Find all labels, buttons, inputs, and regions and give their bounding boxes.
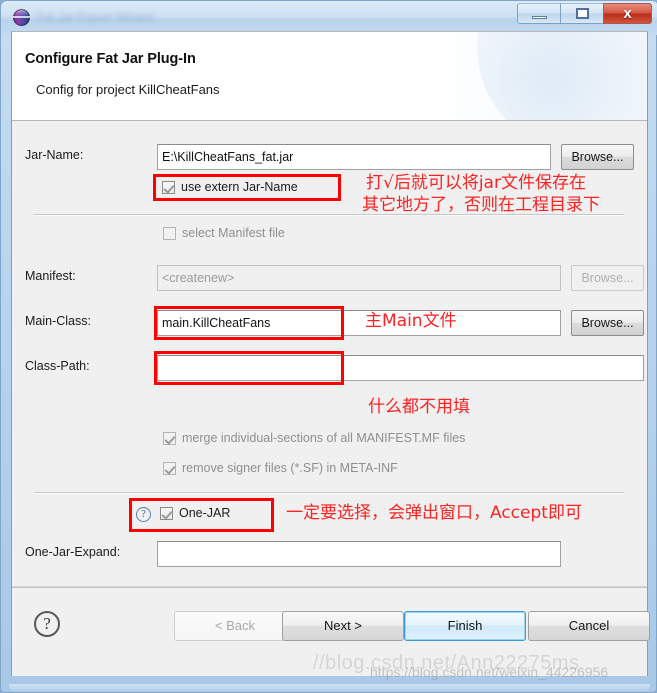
dialog-window: Fat Jar Export Wizard x Configure Fat Ja… — [0, 0, 657, 693]
checkbox-box-icon — [160, 506, 173, 520]
window-title: Fat Jar Export Wizard — [37, 10, 154, 24]
use-extern-jar-name-checkbox[interactable]: use extern Jar-Name — [162, 180, 298, 194]
select-manifest-file-checkbox[interactable]: select Manifest file — [163, 226, 285, 240]
manifest-input[interactable]: <createnew> — [157, 265, 561, 291]
main-class-label: Main-Class: — [25, 314, 91, 328]
select-manifest-file-label: select Manifest file — [182, 226, 285, 240]
cancel-button[interactable]: Cancel — [528, 611, 650, 641]
finish-button[interactable]: Finish — [404, 611, 526, 641]
page-subtitle: Config for project KillCheatFans — [36, 82, 220, 97]
checkbox-box-icon — [163, 226, 176, 240]
checkbox-box-icon — [163, 461, 176, 475]
section-divider-1 — [34, 214, 624, 215]
one-jar-checkbox[interactable]: One-JAR — [160, 506, 230, 520]
checkbox-box-icon — [162, 180, 175, 194]
minimize-button[interactable] — [517, 3, 561, 24]
eclipse-globe-icon — [13, 9, 30, 26]
class-path-label: Class-Path: — [25, 359, 90, 373]
jar-name-browse-button[interactable]: Browse... — [561, 144, 634, 170]
section-divider-2 — [34, 492, 624, 493]
merge-sections-label: merge individual-sections of all MANIFES… — [182, 431, 466, 445]
one-jar-help-icon[interactable]: ? — [136, 507, 151, 522]
maximize-button[interactable] — [560, 3, 604, 24]
one-jar-expand-input[interactable] — [157, 541, 561, 567]
dialog-header: Configure Fat Jar Plug-In Config for pro… — [12, 32, 647, 121]
dialog-button-bar: ? < Back Next > Finish Cancel — [12, 586, 650, 676]
use-extern-jar-name-label: use extern Jar-Name — [181, 180, 298, 194]
form-area: Jar-Name: E:\KillCheatFans_fat.jar Brows… — [12, 121, 647, 585]
button-bar-divider — [12, 587, 647, 588]
remove-signer-files-label: remove signer files (*.SF) in META-INF — [182, 461, 398, 475]
page-title: Configure Fat Jar Plug-In — [25, 51, 196, 67]
one-jar-expand-label: One-Jar-Expand: — [25, 545, 121, 559]
main-class-browse-button[interactable]: Browse... — [571, 310, 644, 336]
manifest-browse-button: Browse... — [571, 265, 644, 291]
annotation-jar-name-line1: 打√后就可以将jar文件保存在 — [366, 173, 586, 193]
dialog-client-area: Configure Fat Jar Plug-In Config for pro… — [11, 31, 650, 676]
back-button: < Back — [174, 611, 296, 641]
close-icon: x — [623, 5, 632, 22]
merge-sections-checkbox[interactable]: merge individual-sections of all MANIFES… — [163, 431, 465, 445]
class-path-input[interactable] — [157, 355, 644, 381]
jar-name-input[interactable]: E:\KillCheatFans_fat.jar — [157, 144, 551, 170]
one-jar-label: One-JAR — [179, 506, 231, 520]
annotation-class-path: 什么都不用填 — [368, 397, 470, 417]
checkbox-box-icon — [163, 431, 176, 445]
jar-name-label: Jar-Name: — [25, 148, 84, 162]
title-bar[interactable]: Fat Jar Export Wizard x — [1, 1, 657, 35]
help-button[interactable]: ? — [34, 611, 60, 637]
window-bottom-edge — [9, 684, 650, 691]
main-class-input[interactable]: main.KillCheatFans — [157, 310, 561, 336]
manifest-label: Manifest: — [25, 269, 76, 283]
annotation-jar-name-line2: 其它地方了，否则在工程目录下 — [362, 195, 600, 215]
remove-signer-files-checkbox[interactable]: remove signer files (*.SF) in META-INF — [163, 461, 398, 475]
annotation-one-jar: 一定要选择，会弹出窗口，Accept即可 — [286, 503, 582, 523]
close-button[interactable]: x — [603, 3, 652, 24]
next-button[interactable]: Next > — [282, 611, 404, 641]
